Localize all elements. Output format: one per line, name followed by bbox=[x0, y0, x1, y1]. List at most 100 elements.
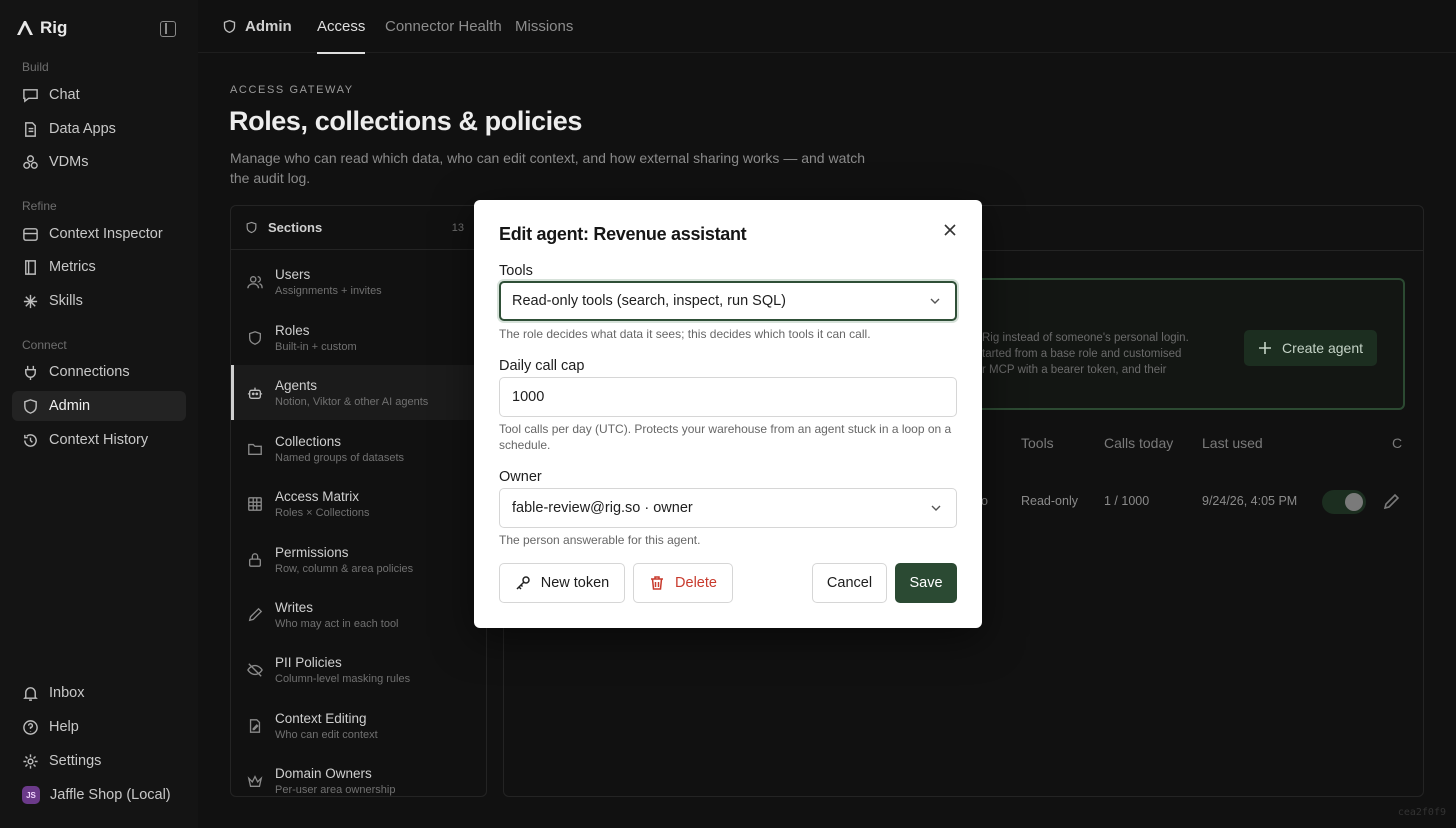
sidebar-item-help[interactable]: Help bbox=[12, 712, 186, 742]
admin-heading: Admin bbox=[222, 18, 292, 35]
agent-enabled-toggle[interactable] bbox=[1322, 490, 1366, 514]
plug-icon bbox=[25, 365, 36, 380]
section-subtitle: Assignments + invites bbox=[275, 284, 382, 297]
sidebar-item-label: Context Inspector bbox=[49, 226, 163, 242]
shield-icon bbox=[24, 398, 37, 414]
tab-missions[interactable]: Missions bbox=[515, 18, 573, 35]
sidebar-item-label: Help bbox=[49, 719, 79, 735]
sidebar-item-skills[interactable]: Skills bbox=[12, 286, 186, 316]
sidebar-item-settings[interactable]: Settings bbox=[12, 746, 186, 776]
owner-select[interactable]: fable-review@rig.so · owner bbox=[499, 488, 957, 528]
section-subtitle: Row, column & area policies bbox=[275, 562, 414, 575]
sections-list: Sections 13 Users Assignments + invites R… bbox=[230, 205, 487, 797]
workspace-switcher[interactable]: JS Jaffle Shop (Local) bbox=[12, 780, 186, 810]
section-subtitle: Who can edit context bbox=[275, 728, 378, 741]
section-title: Users bbox=[275, 266, 311, 282]
sidebar-item-label: Admin bbox=[49, 398, 91, 414]
section-subtitle: Built-in + custom bbox=[275, 340, 357, 353]
tools-select-value: Read-only tools (search, inspect, run SQ… bbox=[512, 293, 787, 309]
section-subtitle: Who may act in each tool bbox=[275, 617, 399, 630]
trash-icon bbox=[651, 576, 664, 590]
section-item-collections[interactable]: Collections Named groups of datasets bbox=[231, 421, 486, 476]
sections-count: 13 bbox=[451, 221, 464, 234]
page-title: Roles, collections & policies bbox=[229, 106, 583, 136]
users-icon bbox=[247, 275, 263, 288]
section-item-roles[interactable]: Roles Built-in + custom bbox=[231, 310, 486, 365]
lock-icon bbox=[249, 552, 261, 567]
tab-connector-health[interactable]: Connector Health bbox=[385, 18, 502, 35]
grid-icon bbox=[248, 496, 262, 511]
section-title: Access Matrix bbox=[275, 488, 360, 504]
page-description: Manage who can read which data, who can … bbox=[230, 150, 866, 186]
section-item-domain-owners[interactable]: Domain Owners Per-user area ownership bbox=[231, 753, 486, 796]
section-item-users[interactable]: Users Assignments + invites bbox=[231, 254, 486, 309]
chevron-down-icon bbox=[930, 298, 940, 304]
cancel-button[interactable]: Cancel bbox=[812, 563, 887, 603]
bot-icon bbox=[247, 387, 263, 399]
tools-select[interactable]: Read-only tools (search, inspect, run SQ… bbox=[499, 281, 957, 321]
plus-icon bbox=[1259, 342, 1272, 354]
tools-label: Tools bbox=[499, 263, 533, 279]
delete-label: Delete bbox=[675, 575, 717, 591]
tab-access[interactable]: Access bbox=[317, 18, 366, 54]
sidebar-item-data-apps[interactable]: Data Apps bbox=[12, 114, 186, 144]
section-subtitle: Notion, Viktor & other AI agents bbox=[275, 395, 429, 408]
section-title: Writes bbox=[275, 599, 314, 615]
column-header-truncated[interactable]: C bbox=[1392, 435, 1402, 451]
sidebar: Rig Build Chat Data Apps VDMs Refine Con… bbox=[0, 0, 198, 828]
save-button[interactable]: Save bbox=[895, 563, 957, 603]
info-text: Rig instead of someone's personal login.… bbox=[982, 330, 1212, 378]
pencil-icon bbox=[248, 607, 263, 621]
edit-pencil-icon[interactable] bbox=[1382, 493, 1400, 511]
sidebar-item-connections[interactable]: Connections bbox=[12, 357, 186, 387]
section-title: Context Editing bbox=[275, 710, 367, 726]
cell-calls-today: 1 / 1000 bbox=[1104, 494, 1150, 508]
cubes-icon bbox=[23, 154, 38, 169]
column-header-last-used[interactable]: Last used bbox=[1202, 435, 1263, 451]
workspace-avatar: JS bbox=[22, 786, 40, 804]
cap-label: Daily call cap bbox=[499, 358, 585, 374]
sections-title: Sections bbox=[268, 220, 323, 235]
sidebar-item-chat[interactable]: Chat bbox=[12, 80, 186, 110]
section-item-writes[interactable]: Writes Who may act in each tool bbox=[231, 587, 486, 642]
key-icon bbox=[516, 576, 530, 590]
page-eyebrow: ACCESS GATEWAY bbox=[230, 84, 354, 96]
section-item-agents[interactable]: Agents Notion, Viktor & other AI agents bbox=[231, 365, 486, 420]
delete-button[interactable]: Delete bbox=[633, 563, 733, 603]
new-token-button[interactable]: New token bbox=[499, 563, 625, 603]
layers-icon bbox=[23, 227, 38, 241]
shield-icon bbox=[223, 19, 236, 34]
column-header-calls-today[interactable]: Calls today bbox=[1104, 435, 1173, 451]
folder-icon bbox=[248, 443, 262, 455]
book-icon bbox=[25, 259, 36, 275]
section-item-access-matrix[interactable]: Access Matrix Roles × Collections bbox=[231, 476, 486, 531]
section-title: Roles bbox=[275, 322, 310, 338]
section-title: Collections bbox=[275, 433, 342, 449]
section-title: PII Policies bbox=[275, 654, 342, 670]
create-agent-button[interactable]: Create agent bbox=[1244, 330, 1377, 366]
sidebar-item-context-inspector[interactable]: Context Inspector bbox=[12, 219, 186, 249]
cell-truncated: o bbox=[981, 494, 988, 508]
close-icon[interactable] bbox=[942, 222, 958, 238]
info-line: tarted from a base role and customised bbox=[982, 348, 1182, 360]
cap-help: Tool calls per day (UTC). Protects your … bbox=[499, 422, 952, 452]
section-item-pii-policies[interactable]: PII Policies Column-level masking rules bbox=[231, 642, 486, 697]
sidebar-item-inbox[interactable]: Inbox bbox=[12, 678, 186, 708]
section-subtitle: Column-level masking rules bbox=[275, 672, 411, 685]
section-title: Domain Owners bbox=[275, 765, 372, 781]
brand[interactable]: Rig bbox=[16, 18, 67, 38]
sidebar-item-vdms[interactable]: VDMs bbox=[12, 147, 186, 177]
tools-help: The role decides what data it sees; this… bbox=[499, 327, 871, 341]
section-item-permissions[interactable]: Permissions Row, column & area policies bbox=[231, 532, 486, 587]
collapse-sidebar-icon[interactable] bbox=[160, 21, 176, 37]
sidebar-item-metrics[interactable]: Metrics bbox=[12, 252, 186, 282]
sidebar-item-context-history[interactable]: Context History bbox=[12, 425, 186, 455]
daily-call-cap-input[interactable]: 1000 bbox=[499, 377, 957, 417]
section-item-context-editing[interactable]: Context Editing Who can edit context bbox=[231, 698, 486, 753]
info-line: Rig instead of someone's personal login. bbox=[982, 332, 1189, 344]
column-header-tools[interactable]: Tools bbox=[1021, 435, 1054, 451]
sidebar-item-admin[interactable]: Admin bbox=[12, 391, 186, 421]
sparkle-icon bbox=[23, 294, 38, 308]
help-icon bbox=[23, 719, 38, 735]
sidebar-item-label: VDMs bbox=[49, 154, 89, 170]
